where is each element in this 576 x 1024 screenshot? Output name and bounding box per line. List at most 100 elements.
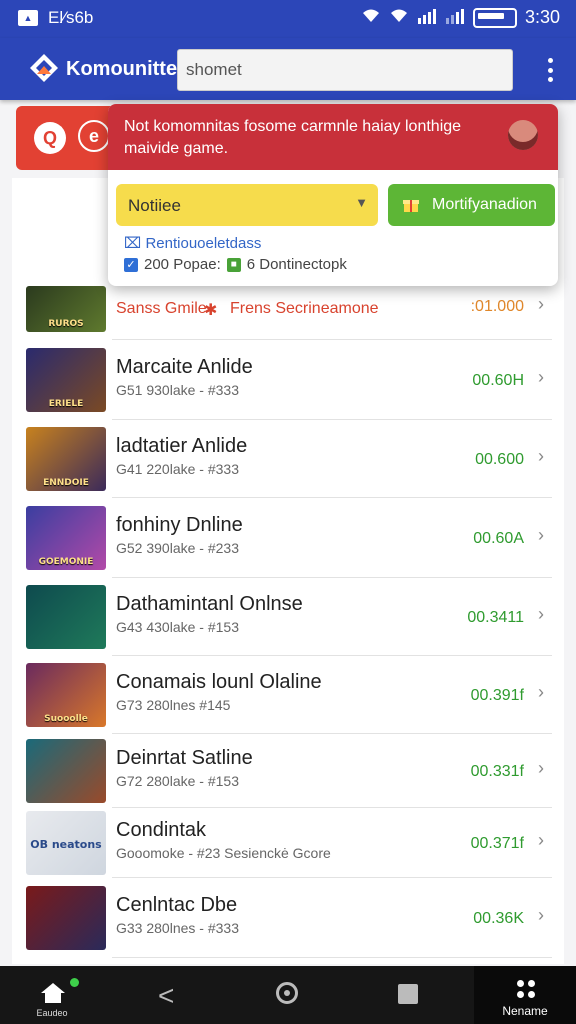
- game-subtitle: G52 390lake - #233: [116, 540, 239, 556]
- nav-back[interactable]: <: [118, 966, 218, 1024]
- wifi-icon: [361, 8, 381, 27]
- thumbnail-label: ERIELE: [48, 399, 84, 409]
- check-row[interactable]: ✓ 200 Popae: ■ 6 Dontinectopk: [124, 256, 347, 273]
- edit-icon[interactable]: e: [78, 120, 110, 152]
- game-thumbnail: ERIELE: [26, 348, 106, 412]
- game-thumbnail: OB neatons: [26, 811, 106, 875]
- game-subtitle: Gooomoke - #23 Sesienckė Gcore: [116, 845, 331, 861]
- chevron-right-icon: ›: [538, 830, 544, 850]
- game-title: Marcaite Anlide: [116, 356, 253, 378]
- game-title: ladtatier Anlide: [116, 435, 248, 457]
- game-subtitle: G72 280lake - #153: [116, 773, 239, 789]
- status-left-text: El⁄s6b: [48, 8, 94, 27]
- game-thumbnail: [26, 739, 106, 803]
- nav-home[interactable]: Eaudeo: [2, 966, 102, 1024]
- game-subtitle: G51 930lake - #333: [116, 382, 239, 398]
- game-subtitle: G33 280lnes - #333: [116, 920, 239, 936]
- list-item[interactable]: ENNDOIE ladtatier Anlide G41 220lake - #33…: [12, 420, 564, 498]
- home-icon: [41, 983, 65, 1003]
- banner-text: Not komomnitas fosome carmnle haiay lont…: [124, 118, 462, 157]
- dropdown-label: Notiiee: [128, 196, 181, 215]
- game-subtitle: G41 220lake - #333: [116, 461, 239, 477]
- status-time: 3:30: [524, 7, 560, 27]
- chevron-right-icon: ›: [538, 446, 544, 466]
- signal-icon-2: [445, 8, 465, 27]
- game-thumbnail: [26, 886, 106, 950]
- nav-home-label: Eaudeo: [36, 1008, 68, 1018]
- popup-banner: Not komomnitas fosome carmnle haiay lont…: [108, 104, 558, 170]
- app-bar: Komounitte: [0, 38, 576, 100]
- game-title: Dathamintanl Onlnse: [116, 593, 303, 615]
- thumbnail-label: OB neatons: [30, 838, 102, 851]
- list-item[interactable]: ERIELE Marcaite Anlide G51 930lake - #333 0…: [12, 340, 564, 420]
- list-item[interactable]: GOEMONIE fonhiny Dnline G52 390lake - #233…: [12, 498, 564, 578]
- game-price: 00.60H: [472, 372, 524, 389]
- thumbnail-label: Suooolle: [44, 714, 88, 724]
- avatar: [508, 120, 538, 150]
- link-row[interactable]: ⌧ Rentiouoeletdass: [124, 234, 261, 252]
- game-title: Cenlntac Dbe: [116, 894, 238, 916]
- game-price: 00.60A: [473, 530, 524, 547]
- check-text: 200 Popae:: [144, 256, 221, 273]
- game-price: 00.371f: [470, 835, 524, 852]
- game-title: Condintak: [116, 819, 207, 841]
- link-icon: ⌧: [124, 235, 146, 252]
- chevron-right-icon: ›: [538, 367, 544, 387]
- bottom-nav-bar: Eaudeo < Nename: [0, 966, 576, 1024]
- thumbnail-label: ENNDOIE: [43, 478, 89, 488]
- signal-icon: [417, 8, 437, 27]
- game-price: 00.391f: [470, 687, 524, 704]
- green-check-icon: ■: [226, 257, 241, 272]
- thumbnail-label: GOEMONIE: [38, 557, 94, 567]
- chevron-right-icon: ›: [538, 682, 544, 702]
- game-price: 00.36K: [473, 910, 524, 927]
- list-item[interactable]: Dathamintanl Onlnse G43 430lake - #153 00.…: [12, 578, 564, 656]
- modify-button[interactable]: Mortifyanadion: [388, 184, 555, 226]
- overflow-menu-icon[interactable]: [546, 58, 554, 82]
- nav-recents[interactable]: [358, 966, 458, 1024]
- thumbnail-label: RUROS: [48, 319, 84, 329]
- game-title: Conamais lounl Olaline: [116, 671, 322, 693]
- nav-home-circle[interactable]: [238, 966, 338, 1024]
- nav-menu[interactable]: Nename: [474, 966, 576, 1024]
- app-logo-icon: [30, 54, 58, 82]
- list-item[interactable]: Cenlntac Dbe G33 280lnes - #333 00.36K ›: [12, 878, 564, 958]
- wifi-icon-2: [389, 8, 409, 27]
- battery-icon: [472, 7, 517, 28]
- chevron-right-icon: ›: [538, 525, 544, 545]
- game-price: 00.3411: [467, 609, 524, 626]
- app-notification-icon: ▲: [18, 10, 38, 26]
- modify-button-label: Mortifyanadion: [432, 196, 537, 213]
- game-subtitle: G43 430lake - #153: [116, 619, 239, 635]
- notification-dropdown[interactable]: Notiiee ▼: [116, 184, 378, 226]
- checkbox-icon[interactable]: ✓: [124, 257, 138, 272]
- game-thumbnail: [26, 585, 106, 649]
- quick-action-icon[interactable]: Q: [34, 122, 66, 154]
- check-text-2: 6 Dontinectopk: [246, 256, 347, 273]
- game-thumbnail: GOEMONIE: [26, 506, 106, 570]
- game-title: fonhiny Dnline: [116, 514, 243, 536]
- list-item[interactable]: OB neatons Condintak Gooomoke - #23 Sesien…: [12, 808, 564, 878]
- row-divider: [112, 957, 552, 958]
- game-thumbnail: RUROS: [26, 286, 106, 332]
- gift-icon: [403, 200, 419, 212]
- square-icon: [398, 984, 418, 1004]
- game-subtitle: G73 280lnes #145: [116, 697, 231, 713]
- circle-icon: [276, 982, 298, 1004]
- status-right: 3:30: [361, 7, 560, 28]
- chevron-down-icon: ▼: [355, 195, 368, 210]
- list-item[interactable]: Deinrtat Satline G72 280lake - #153 00.331…: [12, 734, 564, 808]
- link-text: Rentiouoeletdass: [145, 235, 262, 252]
- chevron-right-icon: ›: [538, 294, 544, 314]
- chevron-right-icon: ›: [538, 905, 544, 925]
- game-list: RUROS ✱ Sanss Gmile Frens Secrineamone:01.…: [12, 178, 564, 964]
- game-price: 00.331f: [470, 763, 524, 780]
- search-input[interactable]: [177, 49, 513, 91]
- status-left: ▲ El⁄s6b: [18, 8, 93, 28]
- app-title: Komounitte: [66, 58, 178, 80]
- chevron-right-icon: ›: [538, 604, 544, 624]
- game-title: Sanss Gmile: [116, 300, 207, 317]
- list-item[interactable]: Suooolle Conamais lounl Olaline G73 280lne…: [12, 656, 564, 734]
- grid-dots-icon: [517, 980, 535, 998]
- notification-popup: Not komomnitas fosome carmnle haiay lont…: [108, 104, 558, 286]
